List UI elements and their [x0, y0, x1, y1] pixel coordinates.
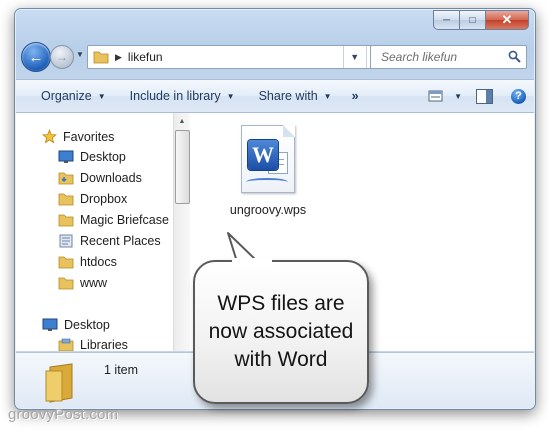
desktop-label: Desktop	[64, 318, 110, 332]
folder-icon	[58, 193, 74, 206]
downloads-folder-icon	[58, 172, 74, 185]
nav-item-label: Desktop	[80, 150, 126, 164]
breadcrumb-likefun[interactable]: likefun	[128, 50, 163, 64]
site-watermark: groovyPost.com	[8, 406, 119, 423]
help-icon[interactable]: ?	[511, 88, 526, 104]
back-arrow-icon: ←	[28, 48, 44, 66]
scroll-thumb[interactable]	[175, 130, 190, 204]
folder-icon	[93, 51, 109, 64]
command-bar-right: ▼ ?	[428, 80, 534, 112]
nav-pane-scrollbar[interactable]: ▲	[173, 113, 191, 351]
command-bar: Organize ▼ Include in library ▼ Share with…	[16, 79, 534, 113]
nav-item-label: htdocs	[80, 255, 117, 269]
preview-pane-icon[interactable]	[476, 88, 493, 104]
nav-desktop-root[interactable]: Desktop	[42, 318, 110, 332]
organize-label: Organize	[41, 89, 92, 103]
callout-pointer-cover	[232, 258, 272, 266]
share-with-label: Share with	[258, 89, 318, 103]
nav-item-dropbox[interactable]: Dropbox	[58, 192, 127, 206]
organize-menu[interactable]: Organize ▼	[41, 89, 106, 103]
file-name: ungroovy.wps	[229, 203, 307, 217]
nav-item-htdocs[interactable]: htdocs	[58, 255, 117, 269]
forward-button[interactable]: →	[50, 45, 74, 69]
word-logo-icon: W	[248, 140, 278, 170]
navigation-row: ← → ▼ ▶ likefun ▼ ↻	[21, 42, 529, 72]
folder-large-icon	[45, 363, 73, 403]
nav-item-label: Downloads	[80, 171, 142, 185]
nav-item-label: Magic Briefcase	[80, 213, 169, 227]
nav-item-magic-briefcase[interactable]: Magic Briefcase	[58, 213, 169, 227]
item-count: 1 item	[104, 363, 139, 377]
chevron-down-icon: ▼	[226, 91, 235, 101]
minimize-button[interactable]: ─	[433, 10, 460, 30]
views-icon	[428, 90, 443, 101]
favorites-label: Favorites	[63, 129, 115, 144]
search-icon[interactable]	[508, 50, 521, 63]
callout-text: WPS files are now associated with Word	[208, 292, 354, 371]
folder-icon	[58, 277, 74, 290]
search-input[interactable]	[379, 49, 503, 65]
share-with-menu[interactable]: Share with ▼	[259, 89, 332, 103]
change-view-button[interactable]: ▼	[428, 90, 462, 103]
nav-item-label: Dropbox	[80, 192, 128, 206]
nav-item-label: Recent Places	[80, 234, 161, 248]
caption-buttons: ─ □ ✕	[433, 10, 529, 30]
nav-item-libraries[interactable]: Libraries	[58, 338, 128, 351]
chevron-down-icon: ▼	[323, 91, 332, 101]
nav-item-www[interactable]: www	[58, 276, 107, 290]
breadcrumb-arrow-icon[interactable]: ▶	[115, 52, 122, 63]
navigation-pane: Favorites Desktop Downloads Dropbox Magi…	[16, 113, 173, 351]
desktop-icon	[42, 318, 58, 331]
forward-arrow-icon: →	[56, 50, 68, 64]
annotation-callout: WPS files are now associated with Word	[193, 260, 369, 404]
back-button[interactable]: ←	[21, 42, 51, 72]
more-commands-button[interactable]: »	[352, 89, 359, 103]
libraries-icon	[58, 338, 74, 351]
close-button[interactable]: ✕	[486, 10, 529, 30]
address-bar[interactable]: ▶ likefun ▼ ↻	[87, 45, 389, 69]
nav-item-desktop[interactable]: Desktop	[58, 150, 126, 164]
nav-item-label: www	[80, 276, 108, 290]
scroll-up-icon[interactable]: ▲	[174, 113, 190, 129]
recent-pages-dropdown[interactable]: ▼	[76, 50, 84, 59]
chevron-down-icon: ▼	[454, 91, 462, 101]
swoosh-icon	[246, 178, 288, 186]
search-box	[370, 45, 527, 69]
maximize-button[interactable]: □	[460, 10, 486, 30]
word-document-icon: W	[241, 125, 295, 193]
recent-places-icon	[59, 234, 73, 248]
include-in-library-menu[interactable]: Include in library ▼	[130, 89, 235, 103]
nav-favorites[interactable]: Favorites	[42, 129, 114, 144]
desktop-icon	[58, 150, 74, 163]
address-history-dropdown[interactable]: ▼	[344, 46, 366, 68]
file-item[interactable]: W ungroovy.wps	[218, 125, 318, 217]
chevron-down-icon: ▼	[97, 91, 106, 101]
include-in-library-label: Include in library	[129, 89, 221, 103]
folder-icon	[58, 214, 74, 227]
star-icon	[42, 129, 57, 144]
nav-item-downloads[interactable]: Downloads	[58, 171, 142, 185]
nav-item-recent-places[interactable]: Recent Places	[58, 234, 161, 248]
nav-item-label: Libraries	[80, 338, 128, 351]
folder-icon	[58, 256, 74, 269]
